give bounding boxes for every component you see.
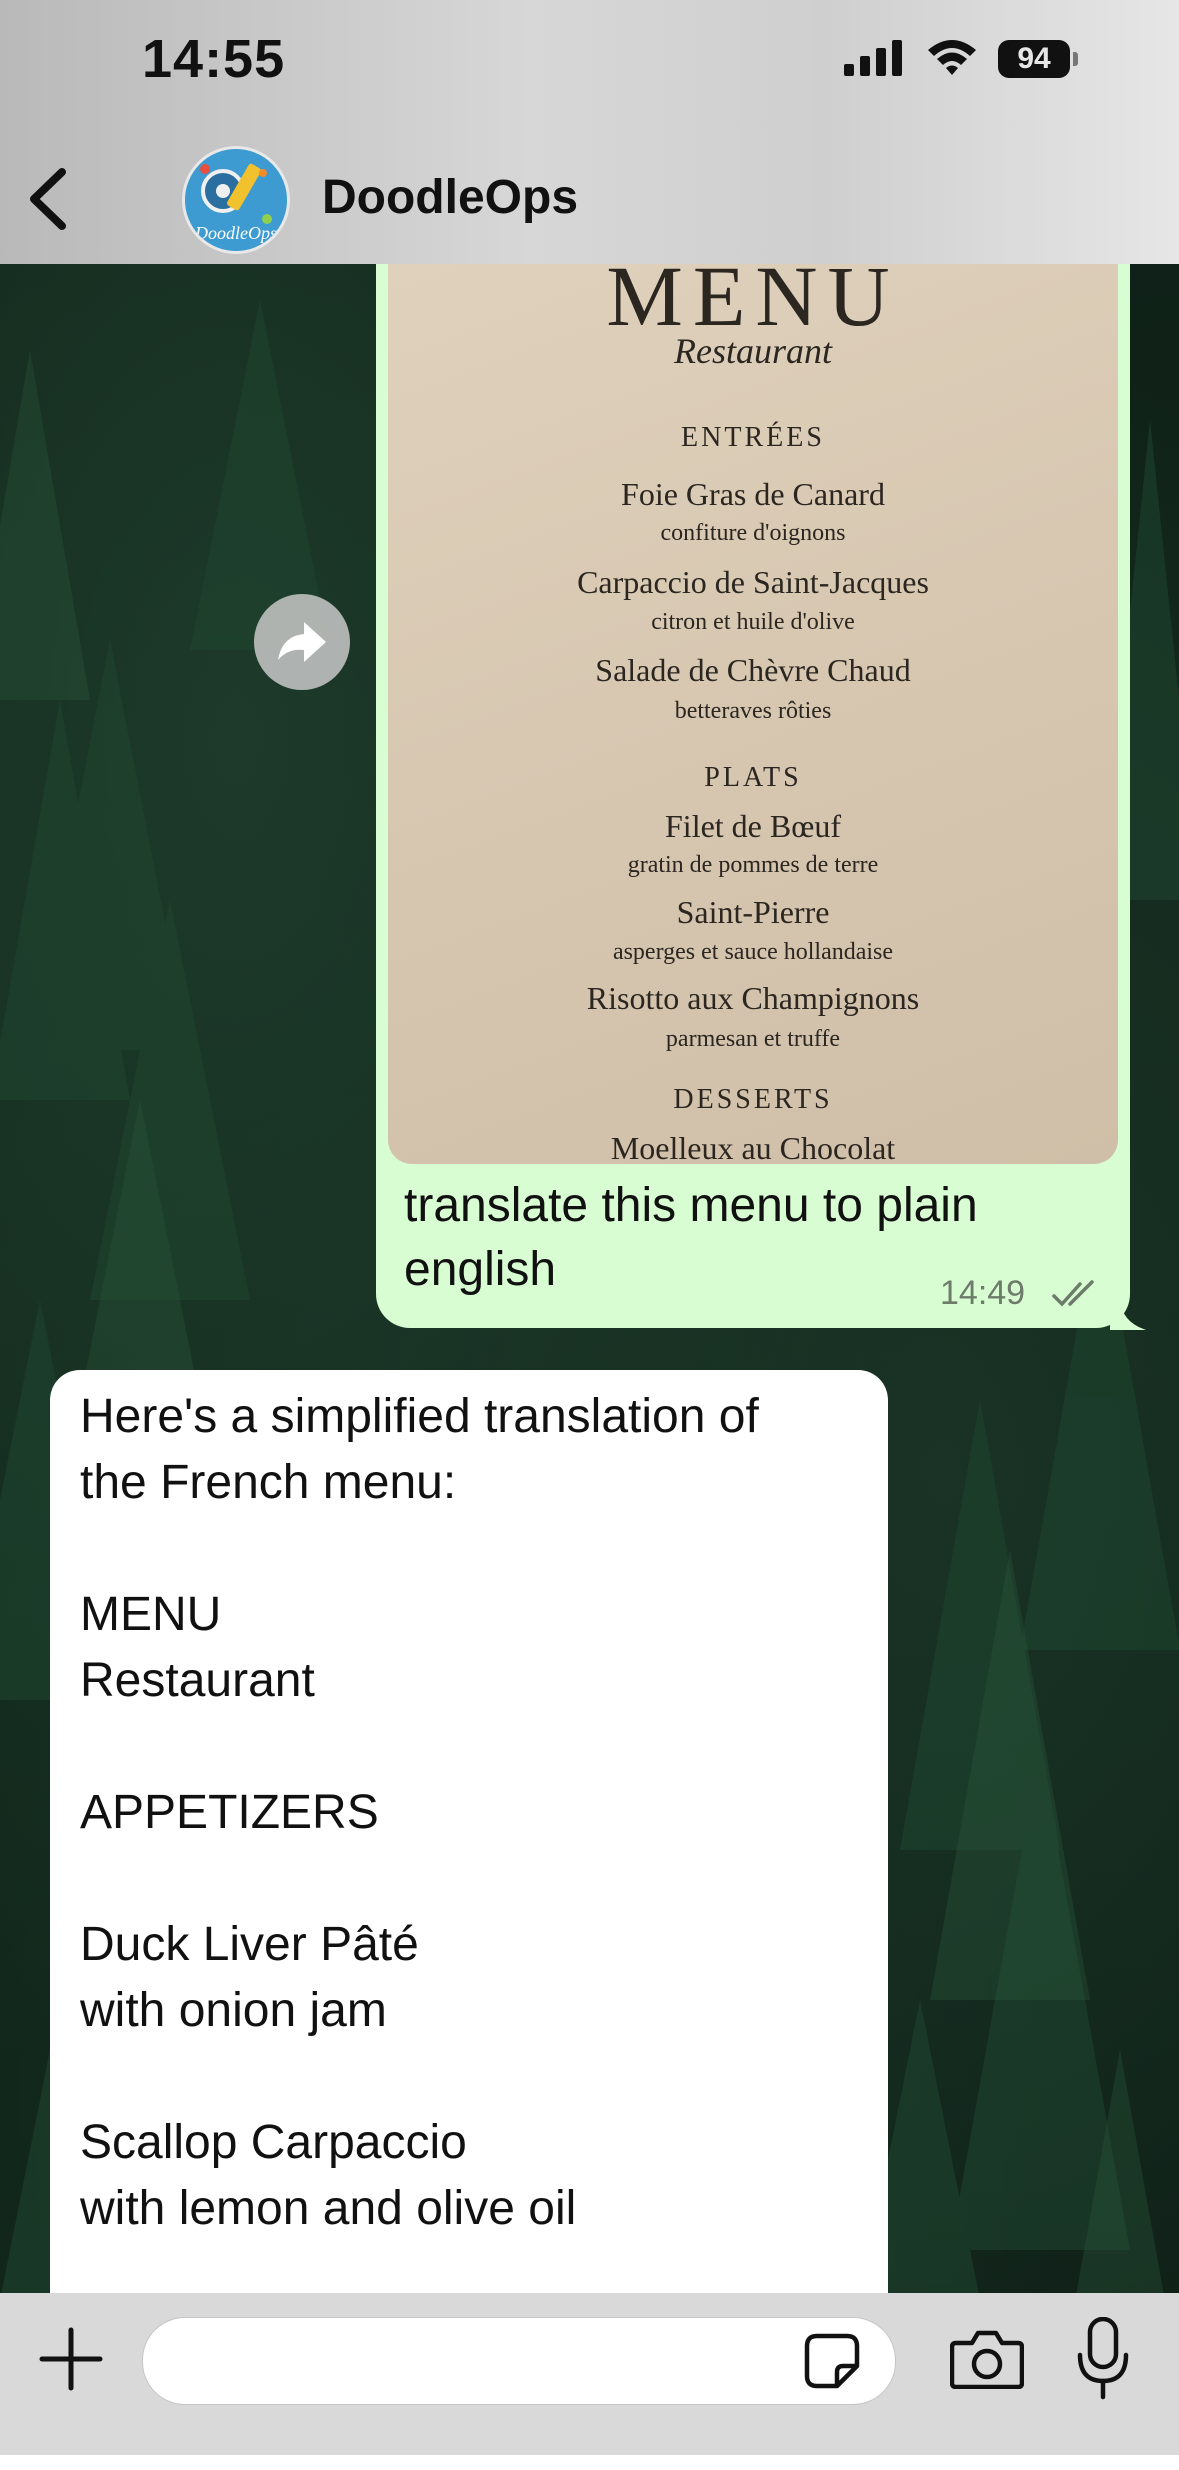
camera-icon[interactable]	[950, 2329, 1024, 2389]
menu-section-heading: ENTRÉES	[681, 422, 825, 453]
outgoing-message-line: translate this menu to plain	[404, 1179, 978, 1232]
incoming-message-line: with lemon and olive oil	[80, 2182, 577, 2235]
read-receipt-icon	[1052, 1280, 1094, 1307]
menu-dish: Moelleux au Chocolat	[610, 1130, 896, 1164]
menu-photo-subtitle: Restaurant	[674, 331, 832, 371]
forward-arrow-icon	[278, 622, 326, 662]
message-composer	[0, 2293, 1179, 2455]
incoming-message-line: the French menu:	[80, 1456, 457, 1509]
menu-dish: Saint-Pierre	[676, 894, 830, 930]
forward-button[interactable]	[254, 594, 350, 690]
message-input[interactable]	[142, 2317, 896, 2405]
menu-dish: Filet de Bœuf	[665, 808, 841, 844]
menu-dish-desc: citron et huile d'olive	[651, 609, 855, 635]
menu-dish-desc: betteraves rôties	[674, 698, 832, 724]
menu-dish: Carpaccio de Saint-Jacques	[577, 564, 929, 600]
incoming-message-line: Here's a simplified translation of	[80, 1390, 759, 1443]
menu-dish: Risotto aux Champignons	[586, 980, 920, 1016]
back-chevron-icon[interactable]	[24, 166, 74, 232]
menu-dish-desc: confiture d'oignons	[660, 520, 846, 546]
bubble-tail	[1110, 1300, 1146, 1330]
incoming-message-line: MENU	[80, 1588, 222, 1641]
status-time: 14:55	[142, 29, 286, 89]
battery-tip	[1073, 52, 1078, 66]
sticker-icon[interactable]	[803, 2332, 861, 2390]
plus-icon[interactable]	[38, 2326, 104, 2392]
battery-indicator: 94	[998, 40, 1070, 78]
menu-section-heading: PLATS	[704, 762, 802, 793]
menu-dish: Salade de Chèvre Chaud	[595, 652, 911, 688]
chat-title[interactable]: DoodleOps	[322, 170, 578, 225]
menu-dish: Foie Gras de Canard	[621, 476, 885, 512]
cellular-signal-icon	[844, 40, 902, 76]
menu-dish-desc: parmesan et truffe	[665, 1026, 841, 1052]
chat-header: 14:55 94 DoodleOps DoodleOps	[0, 0, 1179, 264]
menu-section-heading: DESSERTS	[673, 1084, 833, 1115]
menu-dish-desc: asperges et sauce hollandaise	[612, 939, 894, 965]
menu-photo[interactable]: MENU Restaurant ENTRÉES Foie Gras de Can…	[388, 264, 1118, 1164]
incoming-message-line: with onion jam	[80, 1984, 387, 2037]
microphone-icon[interactable]	[1076, 2317, 1130, 2403]
menu-dish-desc: gratin de pommes de terre	[627, 852, 879, 878]
incoming-message-line: APPETIZERS	[80, 1786, 379, 1839]
incoming-message-line: Scallop Carpaccio	[80, 2116, 467, 2169]
wifi-icon	[928, 40, 976, 75]
message-timestamp: 14:49	[940, 1274, 1026, 1312]
outgoing-message-bubble[interactable]: MENU Restaurant ENTRÉES Foie Gras de Can…	[376, 264, 1130, 1328]
chat-avatar[interactable]: DoodleOps	[182, 146, 290, 254]
incoming-message-line: Restaurant	[80, 1654, 315, 1707]
doodleops-logo-icon: DoodleOps	[185, 149, 287, 251]
incoming-message-line: Duck Liver Pâté	[80, 1918, 419, 1971]
svg-text:DoodleOps: DoodleOps	[194, 223, 277, 243]
